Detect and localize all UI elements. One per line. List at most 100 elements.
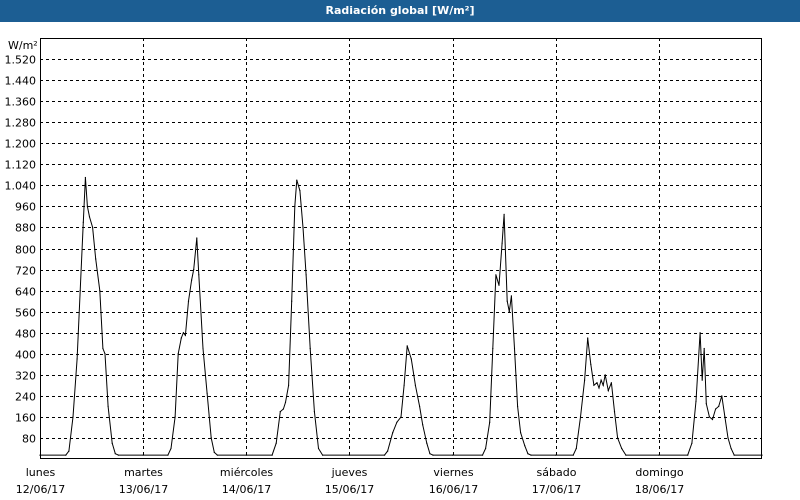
data-point [503,213,505,215]
data-point [348,454,350,456]
data-point [104,353,106,355]
x-tick-date-label: 13/06/17 [119,483,168,496]
chart-title-bar: Radiación global [W/m²] [0,0,800,22]
data-point [182,332,184,334]
data-point [142,454,144,456]
data-point [79,290,81,292]
data-point [184,334,186,336]
x-tick-day-label: jueves [331,466,368,479]
data-point [422,424,424,426]
data-point [322,454,324,456]
data-point [489,421,491,423]
data-point [517,405,519,407]
y-tick-label: 240 [15,391,36,404]
data-point [527,453,529,455]
data-point [658,454,660,456]
data-point [92,226,94,228]
data-point [392,432,394,434]
x-tick-date-label: 12/06/17 [16,483,65,496]
data-point [593,384,595,386]
data-point [309,347,311,350]
data-point [187,300,190,302]
data-point [530,454,532,456]
data-point [572,454,574,456]
data-point [114,453,116,455]
series-line [40,177,762,456]
data-point [396,421,398,423]
data-point [291,300,293,302]
data-point [598,387,600,389]
data-point [403,384,405,386]
y-tick-label: 80 [22,433,36,446]
data-point [730,447,732,450]
data-point [607,390,609,392]
data-point [191,279,193,281]
chart-title: Radiación global [W/m²] [325,4,475,17]
data-point [198,274,200,276]
data-point [111,442,113,444]
y-tick-label: 640 [15,286,36,299]
data-point [383,454,386,456]
data-point [210,437,212,439]
data-point [296,179,298,181]
y-tick-label: 880 [15,222,36,235]
data-point [510,295,512,297]
data-point [302,226,304,228]
data-point [202,347,204,350]
data-point [695,400,697,402]
data-point [625,454,627,456]
data-point [245,454,247,456]
data-point [429,453,431,455]
data-point [492,347,494,350]
y-tick-label: 1.360 [5,96,37,109]
data-point [703,347,705,350]
data-point [282,408,284,410]
data-point [513,347,516,350]
data-point [76,358,78,360]
data-point [600,379,602,381]
data-point [485,447,487,450]
data-point [170,447,172,450]
data-point [687,454,689,456]
x-tick-date-label: 14/06/17 [222,483,271,496]
y-tick-label: 1.520 [5,54,37,67]
y-tick-label: 960 [15,201,36,214]
data-point [72,416,74,418]
data-point [604,374,606,376]
data-point [495,274,497,276]
data-point [414,384,416,386]
data-point [727,437,729,439]
data-point [419,405,421,407]
x-tick-day-label: viernes [433,466,473,479]
data-point [579,416,582,418]
data-point [701,379,703,381]
data-point [711,418,714,421]
data-point [299,190,301,192]
data-point [65,454,67,456]
data-point [284,401,287,403]
x-tick-date-label: 18/06/17 [635,483,684,496]
radiation-chart: 80 160 240 320 400 480 560 640 720 800 880 960 1.040… [5,38,763,496]
data-point [167,454,169,456]
data-point [498,284,500,286]
data-point [501,242,503,244]
data-point [452,454,454,456]
x-tick-day-label: lunes [26,466,56,479]
y-tick-label: 1.200 [5,138,37,151]
data-point [617,437,619,439]
data-point [180,337,182,339]
data-point [102,347,104,350]
x-tick-date-label: 16/06/17 [429,483,478,496]
data-point [196,237,198,239]
x-tick-date-label: 15/06/17 [325,483,374,496]
data-point [95,258,97,260]
x-axis-tick-labels: lunes 12/06/17 martes 13/06/17 miércoles 14/0… [16,466,684,496]
data-point [174,416,176,418]
data-point [216,454,218,456]
data-point [213,451,215,453]
data-point [275,442,277,444]
data-point [206,392,208,394]
data-point [82,221,84,223]
data-point [313,411,315,413]
data-point [718,405,720,407]
